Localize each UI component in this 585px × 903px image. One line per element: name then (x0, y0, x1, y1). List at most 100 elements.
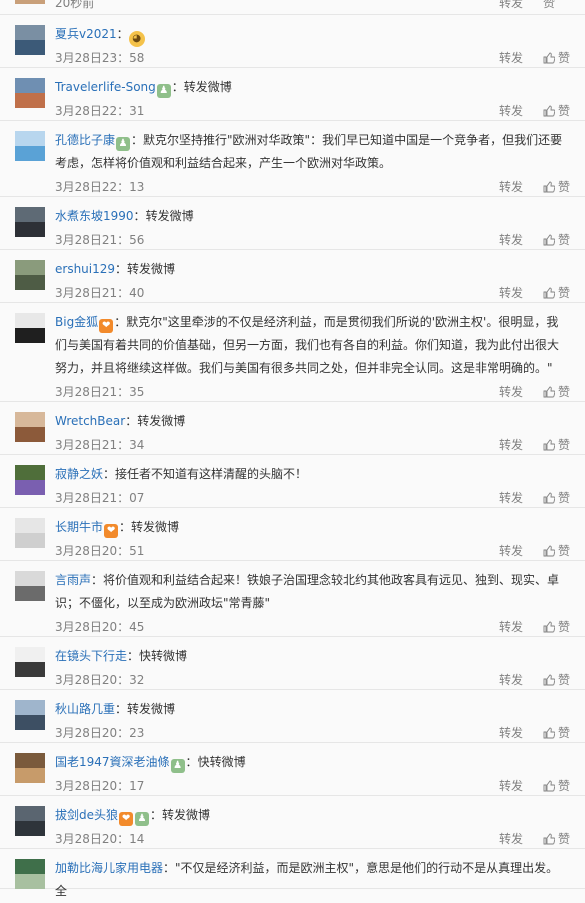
like-button[interactable]: 赞 (543, 724, 570, 741)
avatar[interactable] (15, 518, 45, 548)
avatar[interactable] (15, 25, 45, 55)
fan-badge-icon[interactable]: ❤ (104, 524, 119, 538)
avatar[interactable] (15, 131, 45, 161)
comment-row: 国老1947資深老油條 ♟ ：快转微博 3月28日20：17 转发 赞 (0, 743, 585, 796)
thumbs-up-icon (543, 287, 555, 299)
username-link[interactable]: 国老1947資深老油條 (55, 755, 170, 769)
member-badge-icon[interactable]: ♟ (116, 137, 131, 151)
member-badge-icon[interactable]: ♟ (170, 759, 185, 773)
username-link[interactable]: 在镜头下行走 (55, 649, 127, 663)
username-link[interactable]: Big金狐 (55, 315, 98, 329)
repost-button[interactable]: 转发 (499, 102, 523, 119)
comment-content: 在镜头下行走：快转微博 (55, 645, 570, 668)
thumbs-up-icon (543, 105, 555, 117)
like-button[interactable]: 赞 (543, 618, 570, 635)
comment-content: Big金狐 ❤ ：默克尔"这里牵涉的不仅是经济利益，而是贯彻我们所说的'欧洲主权'。… (55, 311, 570, 380)
member-badge-icon[interactable]: ♟ (156, 84, 171, 98)
like-label: 赞 (558, 385, 571, 399)
username-link[interactable]: 夏兵v2021 (55, 27, 117, 41)
repost-button[interactable]: 转发 (499, 284, 523, 301)
comment-content: 加勒比海儿家用电器："不仅是经济利益，而是欧洲主权"，意思是他们的行动不是从真理… (55, 857, 570, 903)
repost-button[interactable]: 转发 (499, 777, 523, 794)
comment-row: WretchBear：转发微博 3月28日21：34 转发 赞 (0, 402, 585, 455)
repost-button[interactable]: 转发 (499, 724, 523, 741)
username-link[interactable]: 秋山路几重 (55, 702, 115, 716)
repost-button[interactable]: 转发 (499, 618, 523, 635)
comment-row: ershui129：转发微博 3月28日21：40 转发 赞 (0, 250, 585, 303)
like-button[interactable]: 赞 (543, 542, 570, 559)
avatar[interactable] (15, 78, 45, 108)
comment-text: 转发微博 (183, 80, 232, 94)
comment-text: 接任者不知道有这样清醒的头脑不！ (115, 467, 308, 481)
repost-button[interactable]: 转发 (499, 671, 523, 688)
avatar[interactable] (15, 465, 45, 495)
avatar[interactable] (15, 647, 45, 677)
username-link[interactable]: WretchBear (55, 414, 125, 428)
repost-button[interactable]: 转发 (499, 436, 523, 453)
username-link[interactable]: 寂静之妖 (55, 467, 103, 481)
avatar[interactable] (15, 806, 45, 836)
comment-content: 言雨声：将价值观和利益结合起来！铁娘子治国理念较北约其他政客具有远见、独到、现实… (55, 569, 570, 615)
like-button[interactable]: 赞 (543, 383, 570, 400)
repost-button[interactable]: 转发 (499, 383, 523, 400)
username-link[interactable]: 水煮东坡1990 (55, 209, 134, 223)
like-button[interactable]: 赞 (543, 102, 570, 119)
avatar[interactable] (15, 859, 45, 889)
doge-emoji: ◕ (128, 31, 145, 47)
like-button[interactable]: 赞 (543, 777, 570, 794)
thumbs-up-icon (543, 780, 555, 792)
separator: ： (185, 755, 198, 769)
comment-row: 长期牛市 ❤ ：转发微博 3月28日20：51 转发 赞 (0, 508, 585, 561)
separator: ： (115, 262, 128, 276)
fan-badge-icon[interactable]: ❤ (119, 812, 134, 826)
avatar[interactable] (15, 313, 45, 343)
repost-button[interactable]: 转发 (499, 830, 523, 847)
username-link[interactable]: 长期牛市 (55, 520, 103, 534)
like-label: 赞 (558, 544, 571, 558)
comment-row: 孔德比子康 ♟ ：默克尔坚持推行"欧洲对华政策"：我们早已知道中国是一个竞争者，但我… (0, 121, 585, 197)
username-link[interactable]: Travelerlife-Song (55, 80, 156, 94)
thumbs-up-icon (543, 545, 555, 557)
comment-row: Travelerlife-Song ♟ ：转发微博 3月28日22：31 转发 赞 (0, 68, 585, 121)
comment-row: 拔剑de头狼 ❤ ♟ ：转发微博 3月28日20：14 转发 赞 (0, 796, 585, 849)
username-link[interactable]: ershui129 (55, 262, 115, 276)
repost-button[interactable]: 转发 (499, 178, 523, 195)
like-button[interactable]: 赞 (543, 231, 570, 248)
comment-content: Travelerlife-Song ♟ ：转发微博 (55, 76, 570, 99)
thumbs-up-icon (543, 234, 555, 246)
like-button[interactable]: 赞 (543, 178, 570, 195)
like-label: 赞 (558, 233, 571, 247)
avatar[interactable] (15, 0, 45, 4)
like-label: 赞 (558, 832, 571, 846)
comment-time: 3月28日21：07 (55, 491, 145, 505)
username-link[interactable]: 拔剑de头狼 (55, 808, 118, 822)
repost-button[interactable]: 转发 (499, 542, 523, 559)
avatar[interactable] (15, 207, 45, 237)
avatar[interactable] (15, 753, 45, 783)
comment-row: Big金狐 ❤ ：默克尔"这里牵涉的不仅是经济利益，而是贯彻我们所说的'欧洲主权'。… (0, 303, 585, 402)
repost-button[interactable]: 转发 (499, 0, 523, 11)
member-badge-icon[interactable]: ♟ (135, 812, 150, 826)
repost-button[interactable]: 转发 (499, 231, 523, 248)
username-link[interactable]: 孔德比子康 (55, 133, 115, 147)
like-button[interactable]: 赞 (543, 671, 570, 688)
like-button[interactable]: 赞 (543, 489, 570, 506)
avatar[interactable] (15, 412, 45, 442)
avatar[interactable] (15, 700, 45, 730)
username-link[interactable]: 言雨声 (55, 573, 91, 587)
like-button[interactable]: 赞 (543, 0, 555, 11)
comment-time: 3月28日20：17 (55, 779, 145, 793)
like-button[interactable]: 赞 (543, 436, 570, 453)
comment-time: 3月28日20：45 (55, 620, 145, 634)
like-button[interactable]: 赞 (543, 49, 570, 66)
repost-button[interactable]: 转发 (499, 489, 523, 506)
separator: ： (103, 467, 116, 481)
fan-badge-icon[interactable]: ❤ (99, 319, 114, 333)
comment-list: 夏兵v2021： ◕ 3月28日23：58 转发赞 Travelerlife-Song ♟… (0, 15, 585, 898)
repost-button[interactable]: 转发 (499, 49, 523, 66)
like-button[interactable]: 赞 (543, 284, 570, 301)
like-button[interactable]: 赞 (543, 830, 570, 847)
thumbs-up-icon (543, 674, 555, 686)
avatar[interactable] (15, 571, 45, 601)
avatar[interactable] (15, 260, 45, 290)
